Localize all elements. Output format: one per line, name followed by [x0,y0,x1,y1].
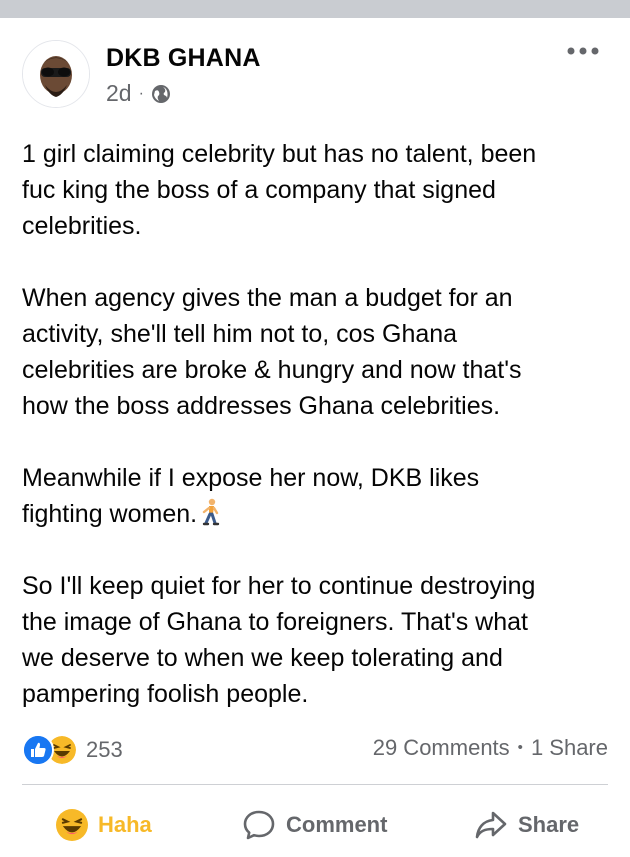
post-paragraph: 1 girl claiming celebrity but has no tal… [22,140,537,240]
haha-button[interactable]: Haha [56,800,152,850]
shares-count[interactable]: 1 Share [531,734,608,762]
post-text: 1 girl claiming celebrity but has no tal… [22,136,617,748]
engagement-stats: 29 Comments • 1 Share [373,734,608,762]
stats-separator: • [517,739,523,756]
globe-icon[interactable] [151,84,171,104]
post-card: DKB GHANA 2d · 1 girl claiming celebrity… [0,18,630,857]
haha-icon [56,809,88,841]
post-paragraph: Meanwhile if I expose her now, DKB likes… [22,460,617,532]
comment-button[interactable]: Comment [242,800,387,850]
like-icon [22,734,54,766]
comment-icon [243,810,275,840]
share-icon [475,811,507,839]
post-paragraph: When agency gives the man a budget for a… [22,284,522,420]
reaction-count: 253 [86,737,123,762]
share-button[interactable]: Share [474,800,579,850]
haha-label: Haha [98,812,152,837]
action-bar: Haha Comment Share [0,800,630,850]
post-paragraph-text: Meanwhile if I expose her now, DKB likes… [22,464,480,528]
person-running-emoji [202,498,220,526]
post-time[interactable]: 2d [106,80,132,107]
comment-label: Comment [286,812,388,837]
post-meta: 2d · [106,80,171,107]
status-strip [0,0,630,18]
divider [22,784,608,785]
comments-count[interactable]: 29 Comments [373,734,510,762]
author-name[interactable]: DKB GHANA [106,44,261,73]
avatar-image [23,41,89,107]
post-paragraph: So I'll keep quiet for her to continue d… [22,572,536,708]
meta-separator: · [138,84,144,102]
share-label: Share [518,812,580,837]
avatar[interactable] [22,40,90,108]
reaction-summary[interactable]: 253 [22,734,123,766]
more-options-icon[interactable] [566,44,600,58]
